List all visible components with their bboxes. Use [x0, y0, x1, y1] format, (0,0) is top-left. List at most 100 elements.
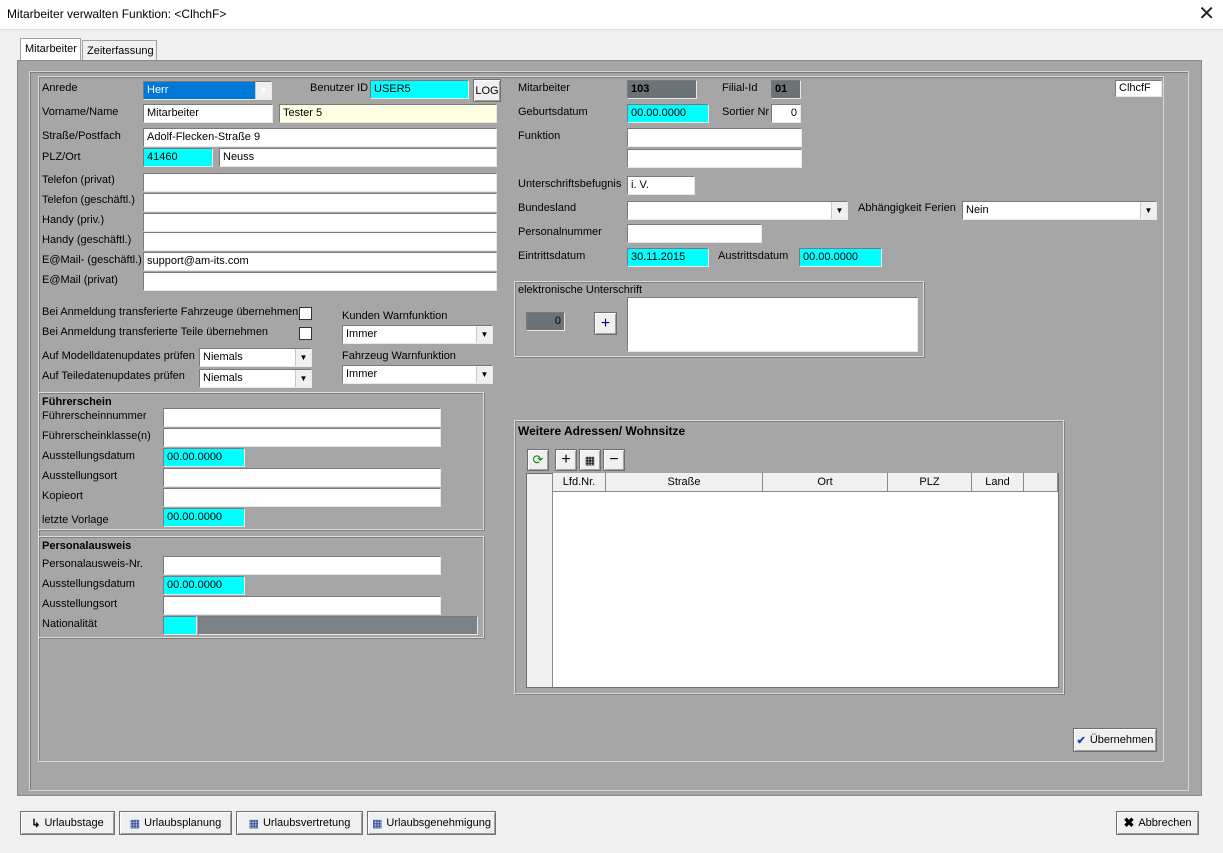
- nationalitaet-code-field[interactable]: [163, 616, 197, 635]
- column-header-empty: [1024, 473, 1058, 492]
- abhaengigkeit-ferien-select[interactable]: Nein ▼: [962, 201, 1157, 220]
- teiledaten-select[interactable]: Niemals ▼: [199, 369, 312, 388]
- eintrittsdatum-label: Eintrittsdatum: [518, 250, 586, 262]
- tab-zeiterfassung[interactable]: Zeiterfassung: [82, 40, 157, 62]
- uebernehmen-button[interactable]: ✔ Übernehmen: [1073, 728, 1157, 752]
- chevron-down-icon[interactable]: ▼: [831, 202, 847, 219]
- filial-id-label: Filial-Id: [722, 82, 758, 94]
- personalnummer-field[interactable]: [627, 224, 762, 243]
- telefon-privat-field[interactable]: [143, 173, 497, 192]
- add-signature-button[interactable]: +: [594, 312, 617, 335]
- fahrzeug-warnfunktion-label: Fahrzeug Warnfunktion: [342, 350, 456, 362]
- refresh-button[interactable]: ⟳: [527, 449, 549, 471]
- handy-privat-field[interactable]: [143, 213, 497, 232]
- geburtsdatum-field[interactable]: 00.00.0000: [627, 104, 709, 123]
- remove-address-button[interactable]: −: [603, 449, 625, 471]
- pa-ausstellungsdatum-field[interactable]: 00.00.0000: [163, 576, 245, 595]
- tab-mitarbeiter[interactable]: Mitarbeiter: [20, 38, 81, 62]
- anrede-label: Anrede: [42, 82, 78, 94]
- teile-uebernehmen-checkbox[interactable]: [299, 327, 312, 340]
- funktion-field-1[interactable]: [627, 128, 802, 147]
- adressen-table[interactable]: [526, 473, 1059, 688]
- chevron-down-icon[interactable]: ▼: [295, 370, 311, 387]
- checkmark-icon: ✔: [1076, 734, 1086, 747]
- edit-address-button[interactable]: ▦: [579, 449, 601, 471]
- email-geschaeft-field[interactable]: support@am-its.com: [143, 252, 497, 271]
- austrittsdatum-field[interactable]: 00.00.0000: [799, 248, 882, 267]
- chevron-down-icon[interactable]: ▼: [295, 349, 311, 366]
- urlaubsplanung-button[interactable]: ▦ Urlaubsplanung: [119, 811, 232, 835]
- column-header-ort[interactable]: Ort: [763, 473, 888, 492]
- pa-ausstellungsdatum-label: Ausstellungsdatum: [42, 578, 135, 590]
- urlaubsvertretung-button[interactable]: ▦ Urlaubsvertretung: [236, 811, 363, 835]
- abbrechen-button[interactable]: ✖ Abbrechen: [1116, 811, 1199, 835]
- personalausweis-nr-field[interactable]: [163, 556, 441, 575]
- chevron-down-icon[interactable]: ▼: [1140, 202, 1156, 219]
- plus-icon: +: [561, 451, 571, 468]
- close-icon: ✖: [1123, 815, 1135, 830]
- calendar-icon: ▦: [248, 817, 259, 830]
- fs-ausstellungsdatum-field[interactable]: 00.00.0000: [163, 448, 245, 467]
- close-icon[interactable]: ✕: [1198, 3, 1215, 25]
- unterschriftsbefugnis-field[interactable]: i. V.: [627, 176, 695, 195]
- column-header-lfdnr[interactable]: Lfd.Nr.: [553, 473, 606, 492]
- chevron-down-icon[interactable]: ▼: [476, 326, 492, 343]
- strasse-field[interactable]: Adolf-Flecken-Straße 9: [143, 128, 497, 147]
- urlaubsplanung-label: Urlaubsplanung: [144, 817, 222, 829]
- fuehrerscheinklasse-field[interactable]: [163, 428, 441, 447]
- urlaubsgenehmigung-button[interactable]: ▦ Urlaubsgenehmigung: [367, 811, 496, 835]
- fahrzeug-warnfunktion-select[interactable]: Immer ▼: [342, 365, 493, 384]
- funktion-label: Funktion: [518, 130, 561, 142]
- column-header-land[interactable]: Land: [972, 473, 1024, 492]
- pa-ausstellungsort-field[interactable]: [163, 596, 441, 615]
- fuehrerscheinnummer-field[interactable]: [163, 408, 441, 427]
- telefon-privat-label: Telefon (privat): [42, 174, 115, 186]
- fuehrerscheinnummer-label: Führerscheinnummer: [42, 410, 147, 422]
- log-button[interactable]: LOG: [473, 79, 501, 102]
- urlaubsgenehmigung-label: Urlaubsgenehmigung: [386, 817, 491, 829]
- nachname-field[interactable]: Tester 5: [279, 104, 497, 123]
- fs-ausstellungsort-field[interactable]: [163, 468, 441, 487]
- sortier-nr-label: Sortier Nr: [722, 106, 770, 118]
- vorname-field[interactable]: Mitarbeiter: [143, 104, 273, 123]
- fahrzeuge-uebernehmen-checkbox[interactable]: [299, 307, 312, 320]
- calendar-icon: ▦: [129, 817, 141, 830]
- email-privat-field[interactable]: [143, 272, 497, 291]
- kunden-warnfunktion-label: Kunden Warnfunktion: [342, 310, 448, 322]
- ort-field[interactable]: Neuss: [219, 148, 497, 167]
- sortier-nr-field[interactable]: 0: [771, 104, 801, 123]
- eintrittsdatum-field[interactable]: 30.11.2015: [627, 248, 709, 267]
- bundesland-select[interactable]: ▼: [627, 201, 848, 220]
- table-row-header-column: [527, 474, 553, 687]
- chevron-down-icon[interactable]: ▼: [255, 82, 271, 99]
- pa-ausstellungsort-label: Ausstellungsort: [42, 598, 118, 610]
- abhaengigkeit-ferien-label: Abhängigkeit Ferien: [858, 202, 956, 214]
- telefon-geschaeft-label: Telefon (geschäftl.): [42, 194, 135, 206]
- telefon-geschaeft-field[interactable]: [143, 193, 497, 212]
- austrittsdatum-label: Austrittsdatum: [718, 250, 789, 262]
- plz-field[interactable]: 41460: [143, 148, 213, 167]
- bundesland-label: Bundesland: [518, 202, 577, 214]
- column-header-strasse[interactable]: Straße: [606, 473, 763, 492]
- letzte-vorlage-field[interactable]: 00.00.0000: [163, 508, 245, 527]
- chevron-down-icon[interactable]: ▼: [476, 366, 492, 383]
- kunden-warnfunktion-select[interactable]: Immer ▼: [342, 325, 493, 344]
- benutzer-id-field[interactable]: USER5: [370, 80, 469, 99]
- urlaubstage-button[interactable]: ↳ Urlaubstage: [20, 811, 115, 835]
- minus-icon: −: [609, 451, 619, 468]
- kopieort-field[interactable]: [163, 488, 441, 507]
- modelldaten-select[interactable]: Niemals ▼: [199, 348, 312, 367]
- window-title: Mitarbeiter verwalten Funktion: <ClhchF>: [7, 7, 227, 21]
- column-header-plz[interactable]: PLZ: [888, 473, 972, 492]
- grid-edit-icon: ▦: [584, 454, 596, 467]
- nationalitaet-label: Nationalität: [42, 618, 98, 630]
- refresh-icon: ⟳: [532, 452, 544, 467]
- signature-box[interactable]: [627, 297, 918, 352]
- handy-geschaeft-field[interactable]: [143, 232, 497, 251]
- fuehrerschein-title: Führerschein: [42, 396, 112, 408]
- add-address-button[interactable]: +: [555, 449, 577, 471]
- unterschriftsbefugnis-label: Unterschriftsbefugnis: [518, 178, 622, 190]
- anrede-select[interactable]: Herr ▼: [143, 81, 272, 100]
- funktion-field-2[interactable]: [627, 149, 802, 168]
- plus-icon: +: [600, 314, 611, 332]
